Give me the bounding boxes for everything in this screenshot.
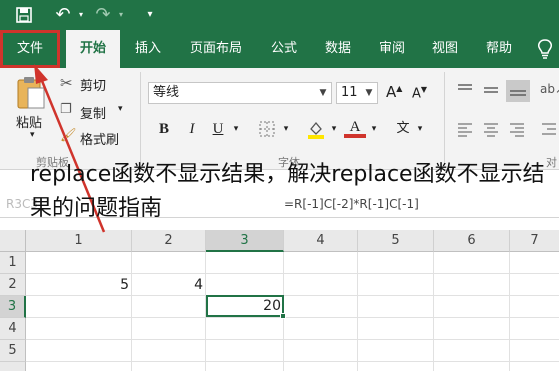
column-header[interactable]: 4 [284, 230, 358, 252]
shrink-font-button[interactable]: A▼ [412, 85, 427, 101]
column-header[interactable]: 6 [434, 230, 510, 252]
paste-button[interactable]: 粘贴 [16, 112, 42, 131]
redo-dropdown-icon[interactable]: ▾ [116, 4, 126, 26]
font-name-value: 等线 [153, 85, 180, 100]
underline-dropdown-icon[interactable]: ▾ [230, 118, 242, 140]
tab-review[interactable]: 审阅 [368, 30, 416, 68]
tab-insert[interactable]: 插入 [124, 30, 172, 68]
align-left-icon[interactable] [456, 118, 474, 140]
font-size-value: 11 [341, 85, 358, 100]
underline-button[interactable]: U [208, 118, 228, 140]
redo-icon[interactable]: ↷ [92, 4, 114, 26]
select-all-corner[interactable] [0, 230, 26, 252]
quick-access-toolbar: ↶ ▾ ↷ ▾ ▾ [0, 0, 559, 30]
orientation-icon[interactable]: ab↗ [540, 82, 559, 96]
grid-line [357, 252, 358, 371]
group-divider [140, 72, 141, 162]
cut-icon[interactable]: ✂ [60, 74, 73, 92]
fill-color-icon[interactable] [304, 118, 328, 140]
shrink-font-label: A [412, 86, 421, 102]
row-header[interactable]: 5 [0, 340, 26, 362]
caption-text: replace函数不显示结果，解决replace函数不显示结果的问题指南 [30, 162, 545, 221]
grow-font-button[interactable]: A▲ [386, 83, 402, 101]
chevron-down-icon[interactable]: ▼ [361, 83, 377, 103]
cell-r2c1[interactable]: 5 [26, 274, 132, 296]
tab-home[interactable]: 开始 [66, 30, 120, 68]
align-middle-icon[interactable] [482, 82, 500, 102]
italic-button[interactable]: I [182, 118, 202, 140]
ribbon-tab-bar: 文件 开始 插入 页面布局 公式 数据 审阅 视图 帮助 [0, 30, 559, 68]
save-icon[interactable] [14, 4, 34, 26]
cell-r2c2[interactable]: 4 [132, 274, 206, 296]
indent-icon[interactable] [540, 118, 558, 140]
font-size-combo[interactable]: 11 ▼ [336, 82, 378, 104]
column-header[interactable]: 1 [26, 230, 132, 252]
undo-icon[interactable]: ↶ [52, 4, 74, 26]
format-painter-button[interactable]: 格式刷 [80, 129, 119, 148]
grid-line [131, 252, 132, 371]
cell-r3c3[interactable]: 20 [206, 295, 284, 317]
column-header[interactable]: 2 [132, 230, 206, 252]
grid-line [433, 252, 434, 371]
group-divider [444, 72, 445, 162]
font-color-dropdown-icon[interactable]: ▾ [368, 118, 380, 140]
paste-icon[interactable] [14, 74, 48, 109]
paste-dropdown-icon[interactable]: ▾ [30, 130, 35, 140]
format-painter-icon[interactable]: 🖌 [60, 128, 77, 143]
copy-button[interactable]: 复制 [80, 103, 106, 122]
copy-icon[interactable]: ❐ [60, 102, 72, 117]
row-header-selected[interactable]: 3 [0, 296, 26, 318]
fill-handle[interactable] [280, 313, 286, 319]
chevron-down-icon[interactable]: ▼ [315, 83, 331, 103]
undo-dropdown-icon[interactable]: ▾ [76, 4, 86, 26]
tab-page-layout[interactable]: 页面布局 [180, 30, 252, 68]
phonetic-button[interactable]: 文 [392, 118, 414, 140]
lightbulb-icon[interactable] [532, 30, 558, 68]
grid-line [509, 252, 510, 371]
bold-button[interactable]: B [154, 118, 174, 140]
row-header[interactable] [0, 362, 26, 371]
align-center-icon[interactable] [482, 118, 500, 140]
borders-icon[interactable] [256, 118, 278, 140]
column-header[interactable]: 7 [510, 230, 559, 252]
row-header[interactable]: 2 [0, 274, 26, 296]
phonetic-dropdown-icon[interactable]: ▾ [414, 118, 426, 140]
cell-grid[interactable] [26, 252, 559, 371]
font-name-combo[interactable]: 等线 ▼ [148, 82, 332, 104]
column-header-selected[interactable]: 3 [206, 230, 284, 252]
align-bottom-icon[interactable] [506, 80, 530, 102]
tab-data[interactable]: 数据 [314, 30, 362, 68]
tab-help[interactable]: 帮助 [475, 30, 523, 68]
column-header[interactable]: 5 [358, 230, 434, 252]
customize-icon[interactable]: ▾ [144, 4, 156, 26]
row-header[interactable]: 1 [0, 252, 26, 274]
fill-color-dropdown-icon[interactable]: ▾ [328, 118, 340, 140]
tab-file[interactable]: 文件 [0, 30, 60, 68]
borders-dropdown-icon[interactable]: ▾ [280, 118, 292, 140]
font-color-button[interactable]: A [344, 118, 366, 138]
cut-button[interactable]: 剪切 [80, 75, 106, 94]
align-top-icon[interactable] [456, 82, 474, 102]
align-right-icon[interactable] [508, 118, 526, 140]
tab-view[interactable]: 视图 [421, 30, 469, 68]
row-header[interactable]: 4 [0, 318, 26, 340]
tab-formulas[interactable]: 公式 [260, 30, 308, 68]
copy-dropdown-icon[interactable]: ▾ [118, 104, 123, 114]
grow-font-label: A [386, 83, 397, 101]
